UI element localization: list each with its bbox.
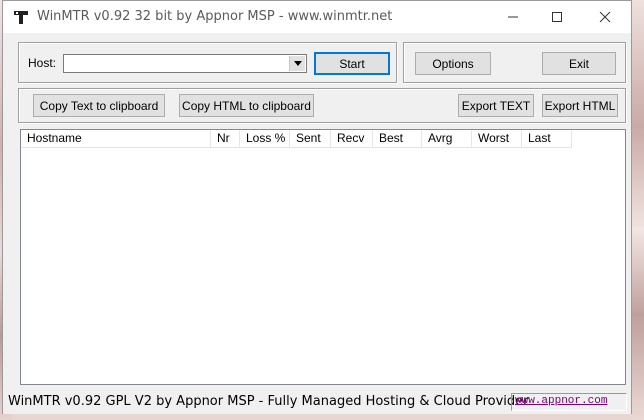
close-icon bbox=[599, 11, 611, 23]
host-label: Host: bbox=[28, 56, 57, 70]
host-group: Host: Start bbox=[18, 42, 397, 83]
export-group: Copy Text to clipboard Copy HTML to clip… bbox=[18, 88, 626, 123]
chevron-down-icon bbox=[293, 61, 302, 66]
options-button[interactable]: Options bbox=[415, 52, 491, 75]
close-button[interactable] bbox=[583, 1, 627, 33]
column-header-worst[interactable]: Worst bbox=[472, 130, 522, 147]
results-table[interactable]: Hostname Nr Loss % Sent Recv Best Avrg W… bbox=[20, 129, 626, 385]
desktop-background-right bbox=[630, 0, 644, 420]
column-header-hostname[interactable]: Hostname bbox=[21, 130, 211, 147]
copy-html-button[interactable]: Copy HTML to clipboard bbox=[179, 94, 314, 117]
column-header-loss[interactable]: Loss % bbox=[240, 130, 290, 147]
table-header: Hostname Nr Loss % Sent Recv Best Avrg W… bbox=[21, 130, 572, 148]
host-dropdown-button[interactable] bbox=[289, 56, 305, 71]
column-header-avrg[interactable]: Avrg bbox=[422, 130, 472, 147]
column-header-best[interactable]: Best bbox=[373, 130, 422, 147]
copy-text-button[interactable]: Copy Text to clipboard bbox=[33, 94, 165, 117]
minimize-icon bbox=[508, 16, 518, 18]
winmtr-window: WinMTR v0.92 32 bit by Appnor MSP - www.… bbox=[2, 0, 632, 414]
host-combobox[interactable] bbox=[63, 54, 307, 73]
app-icon bbox=[14, 11, 28, 24]
appnor-link[interactable]: www.appnor.com bbox=[515, 395, 607, 407]
column-header-recv[interactable]: Recv bbox=[331, 130, 373, 147]
status-text: WinMTR v0.92 GPL V2 by Appnor MSP - Full… bbox=[8, 394, 529, 409]
export-html-button[interactable]: Export HTML bbox=[542, 94, 618, 117]
minimize-button[interactable] bbox=[491, 1, 535, 33]
column-header-nr[interactable]: Nr bbox=[211, 130, 240, 147]
status-bar: WinMTR v0.92 GPL V2 by Appnor MSP - Full… bbox=[3, 389, 631, 414]
maximize-icon bbox=[552, 12, 562, 22]
column-header-sent[interactable]: Sent bbox=[290, 130, 331, 147]
options-group: Options Exit bbox=[403, 42, 626, 83]
title-bar[interactable]: WinMTR v0.92 32 bit by Appnor MSP - www.… bbox=[3, 1, 631, 33]
column-header-last[interactable]: Last bbox=[522, 130, 572, 147]
window-title: WinMTR v0.92 32 bit by Appnor MSP - www.… bbox=[37, 9, 393, 24]
export-text-button[interactable]: Export TEXT bbox=[458, 94, 534, 117]
start-button[interactable]: Start bbox=[314, 52, 390, 75]
maximize-button[interactable] bbox=[535, 1, 579, 33]
exit-button[interactable]: Exit bbox=[542, 52, 616, 75]
